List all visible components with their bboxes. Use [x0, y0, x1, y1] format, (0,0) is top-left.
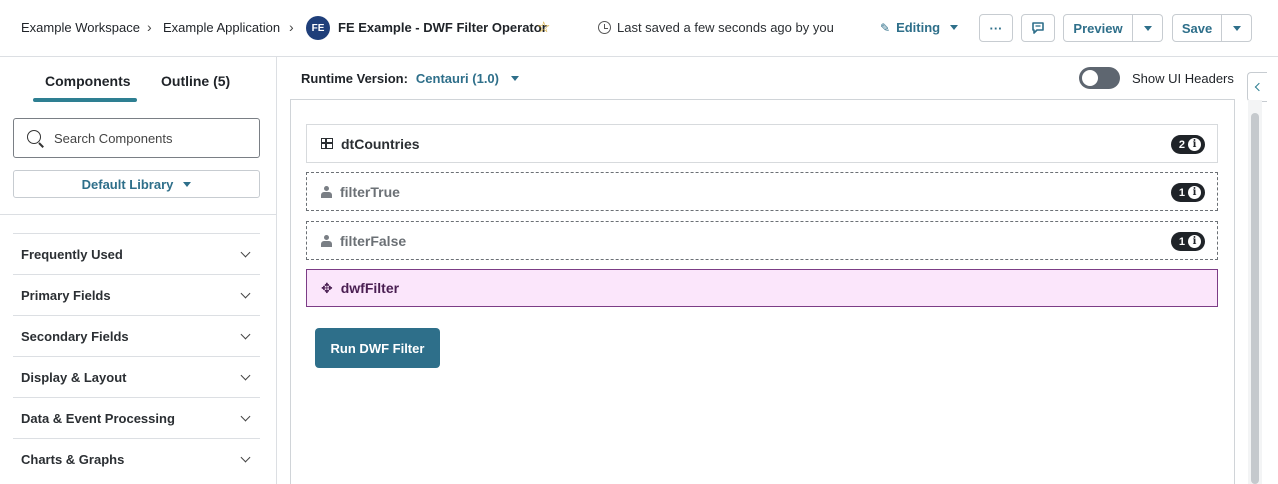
show-ui-headers-label: Show UI Headers: [1132, 71, 1234, 86]
chevron-down-icon: [240, 288, 251, 298]
component-name: dwfFilter: [340, 280, 400, 296]
save-status: Last saved a few seconds ago by you: [598, 20, 834, 35]
tab-components[interactable]: Components: [45, 73, 131, 89]
info-icon: i: [1188, 186, 1201, 199]
section-label: Display & Layout: [21, 369, 127, 385]
pencil-icon: ✎: [880, 20, 891, 35]
breadcrumb-separator-icon: ›: [289, 19, 294, 35]
chevron-down-icon: [240, 452, 251, 462]
app-avatar: FE: [306, 16, 330, 40]
chevron-down-icon: [240, 247, 251, 257]
save-status-text: Last saved a few seconds ago by you: [617, 20, 834, 35]
chevron-down-icon: [183, 181, 192, 187]
component-name: filterTrue: [340, 183, 400, 200]
chevron-down-icon: [1143, 25, 1152, 31]
library-select[interactable]: Default Library: [13, 170, 260, 198]
info-icon: i: [1188, 235, 1201, 248]
components-sidebar: Components Outline (5) Search Components…: [0, 57, 277, 484]
reference-count-badge[interactable]: 1 i: [1170, 232, 1205, 251]
breadcrumb-application[interactable]: Example Application: [163, 20, 280, 35]
section-label: Data & Event Processing: [21, 410, 175, 426]
breadcrumb-workspace[interactable]: Example Workspace: [21, 20, 140, 35]
collapse-panel-button[interactable]: [1247, 72, 1267, 102]
scrollbar-thumb[interactable]: [1251, 113, 1259, 484]
preview-options-button[interactable]: [1133, 14, 1163, 42]
component-filtertrue[interactable]: filterTrue 1 i: [306, 172, 1218, 211]
chevron-down-icon: [240, 370, 251, 380]
reference-count-badge[interactable]: 2 i: [1170, 135, 1205, 154]
badge-count: 1: [1178, 235, 1185, 248]
runtime-version-select[interactable]: Centauri (1.0): [416, 71, 499, 86]
section-charts-graphs[interactable]: Charts & Graphs: [13, 438, 260, 479]
clock-icon: [598, 21, 611, 34]
component-name: dtCountries: [341, 135, 420, 152]
more-options-button[interactable]: ···: [979, 14, 1013, 42]
section-label: Primary Fields: [21, 287, 111, 303]
chevron-down-icon[interactable]: [511, 76, 519, 81]
chevron-left-icon: [1254, 82, 1264, 92]
mode-label: Editing: [896, 20, 941, 35]
section-label: Charts & Graphs: [21, 451, 125, 467]
tab-outline[interactable]: Outline (5): [161, 73, 230, 89]
preview-button[interactable]: Preview: [1063, 14, 1133, 42]
component-dwffilter[interactable]: ✥ dwfFilter: [306, 269, 1218, 307]
top-bar: Example Workspace › Example Application …: [0, 0, 1278, 57]
more-icon: ···: [989, 20, 1003, 36]
section-secondary-fields[interactable]: Secondary Fields: [13, 315, 260, 356]
table-icon: [321, 138, 333, 149]
reference-count-badge[interactable]: 1 i: [1170, 183, 1205, 202]
section-label: Frequently Used: [21, 246, 123, 262]
section-frequently-used[interactable]: Frequently Used: [13, 233, 260, 274]
component-dtcountries[interactable]: dtCountries 2 i: [306, 124, 1218, 163]
library-label: Default Library: [81, 176, 174, 192]
search-placeholder: Search Components: [54, 130, 173, 146]
run-dwf-filter-button[interactable]: Run DWF Filter: [315, 328, 440, 368]
chevron-down-icon: [1232, 25, 1241, 31]
save-options-button[interactable]: [1222, 14, 1252, 42]
hidden-variable-icon: [321, 185, 332, 198]
badge-count: 2: [1178, 138, 1185, 151]
component-name: filterFalse: [340, 232, 407, 249]
divider: [0, 214, 277, 215]
search-components-input[interactable]: Search Components: [13, 118, 260, 158]
section-display-layout[interactable]: Display & Layout: [13, 356, 260, 397]
comments-button[interactable]: [1021, 14, 1055, 42]
runtime-label: Runtime Version:: [301, 71, 408, 86]
runtime-version: Runtime Version: Centauri (1.0): [301, 71, 519, 86]
favorite-star-icon[interactable]: ☆: [537, 18, 550, 36]
chevron-down-icon: [240, 329, 251, 339]
mode-dropdown[interactable]: ✎ Editing: [880, 20, 959, 35]
section-label: Secondary Fields: [21, 328, 129, 344]
hidden-variable-icon: [321, 234, 332, 247]
search-icon: [27, 130, 41, 144]
chevron-down-icon: [240, 411, 251, 421]
section-data-event-processing[interactable]: Data & Event Processing: [13, 397, 260, 438]
chevron-down-icon: [950, 25, 959, 30]
active-tab-indicator: [33, 98, 137, 102]
show-ui-headers-toggle[interactable]: [1079, 67, 1120, 89]
save-button[interactable]: Save: [1172, 14, 1222, 42]
comment-icon: [1032, 22, 1044, 34]
breadcrumb-separator-icon: ›: [147, 19, 152, 35]
move-icon[interactable]: ✥: [321, 280, 333, 297]
section-primary-fields[interactable]: Primary Fields: [13, 274, 260, 315]
component-filterfalse[interactable]: filterFalse 1 i: [306, 221, 1218, 260]
info-icon: i: [1188, 138, 1201, 151]
app-title: FE Example - DWF Filter Operator: [338, 20, 547, 35]
badge-count: 1: [1178, 186, 1185, 199]
